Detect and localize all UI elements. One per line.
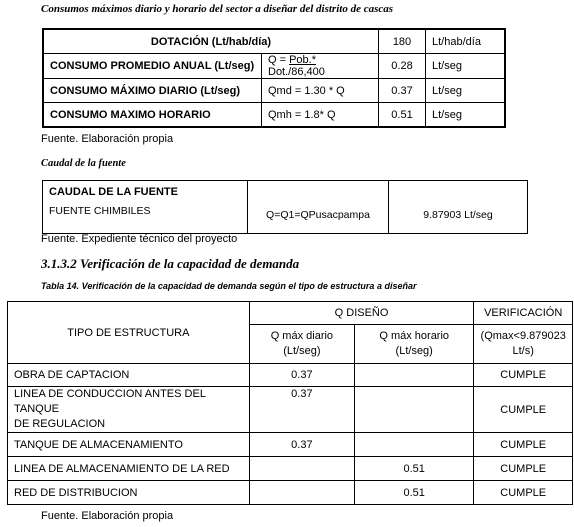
col-header-verificacion: VERIFICACIÓN [473, 301, 573, 325]
table-row: RED DE DISTRIBUCION 0.51 CUMPLE [7, 480, 573, 505]
tipo-cell: RED DE DISTRIBUCION [7, 480, 250, 505]
header-line: Lt/s) [512, 345, 534, 357]
col-header-qmax-horario: Q máx horario (Lt/seg) [354, 324, 475, 364]
qhorario-cell: 0.51 [354, 480, 475, 505]
table-row: CONSUMO PROMEDIO ANUAL (Lt/seg) Q = Pob.… [42, 53, 506, 79]
tipo-cell: LINEA DE CONDUCCION ANTES DEL TANQUE DE R… [7, 386, 250, 433]
dotacion-unit: Lt/hab/día [425, 28, 506, 54]
header-line: Q máx diario [270, 330, 334, 342]
source-note: Fuente. Expediente técnico del proyecto [41, 233, 238, 245]
tipo-cell: OBRA DE CAPTACION [7, 363, 250, 387]
section-heading: 3.1.3.2 Verificación de la capacidad de … [41, 256, 300, 271]
row-unit: Lt/seg [425, 102, 506, 128]
formula-link: Pob.* [289, 54, 317, 66]
empty-cell [388, 180, 528, 203]
table-row: OBRA DE CAPTACION 0.37 CUMPLE [7, 363, 573, 387]
row-label: CONSUMO MAXIMO HORARIO [42, 102, 262, 128]
table-row: LINEA DE ALMACENAMIENTO DE LA RED 0.51 C… [7, 456, 573, 481]
tipo-line: DE REGULACION [14, 418, 106, 430]
source-note: Fuente. Elaboración propia [41, 510, 174, 522]
qdiario-cell: 0.37 [248, 432, 356, 457]
qdiario-cell: 0.37 [248, 363, 356, 387]
table-row: CONSUMO MÁXIMO DIARIO (Lt/seg) Qmd = 1.3… [42, 78, 506, 103]
qdiario-cell [248, 456, 356, 481]
row-label: CONSUMO MÁXIMO DIARIO (Lt/seg) [42, 78, 262, 103]
qdiario-cell [248, 480, 356, 505]
col-header-qmax-diario: Q máx diario (Lt/seg) [248, 324, 356, 364]
header-line: Q máx horario [379, 330, 450, 342]
qhorario-cell: 0.51 [354, 456, 475, 481]
col-header-qdiseno: Q DISEÑO [248, 301, 475, 325]
row-unit: Lt/seg [425, 78, 506, 103]
verif-cell: CUMPLE [473, 432, 573, 457]
table-row: DOTACIÓN (Lt/hab/día) 180 Lt/hab/día [42, 28, 506, 54]
tipo-line: LINEA DE CONDUCCION ANTES DEL TANQUE [14, 388, 206, 415]
row-formula: Qmd = 1.30 * Q [261, 78, 379, 103]
row-unit: Lt/seg [425, 53, 506, 79]
fuente-name: FUENTE CHIMBILES [42, 203, 248, 234]
row-value: 0.51 [378, 102, 426, 128]
tipo-cell: LINEA DE ALMACENAMIENTO DE LA RED [7, 456, 250, 481]
source-note: Fuente. Elaboración propia [41, 133, 174, 145]
empty-cell [247, 180, 389, 203]
verif-cell: CUMPLE [473, 456, 573, 481]
verif-cell: CUMPLE [473, 363, 573, 387]
header-line: (Qmax<9.879023 [480, 330, 566, 342]
qhorario-cell [354, 386, 475, 433]
dotacion-label: DOTACIÓN (Lt/hab/día) [42, 28, 379, 54]
row-formula: Q = Pob.* Dot./86,400 [261, 53, 379, 79]
qhorario-cell [354, 363, 475, 387]
fuente-value: 9.87903 Lt/seg [388, 203, 528, 234]
table-row: CAUDAL DE LA FUENTE [42, 180, 528, 203]
row-formula: Qmh = 1.8* Q [261, 102, 379, 128]
row-value: 0.28 [378, 53, 426, 79]
caudal-title: CAUDAL DE LA FUENTE [42, 180, 248, 203]
row-value: 0.37 [378, 78, 426, 103]
formula-text: Q = [268, 54, 290, 66]
table-row: LINEA DE CONDUCCION ANTES DEL TANQUE DE R… [7, 386, 573, 433]
table-row: TIPO DE ESTRUCTURA Q DISEÑO VERIFICACIÓN [7, 301, 573, 364]
header-line: (Lt/seg) [395, 345, 433, 357]
qhorario-cell [354, 432, 475, 457]
dotacion-value: 180 [378, 28, 426, 54]
caudal-table: CAUDAL DE LA FUENTE FUENTE CHIMBILES Q=Q… [42, 180, 528, 234]
table-caption: Tabla 14. Verificación de la capacidad d… [41, 281, 417, 291]
row-label: CONSUMO PROMEDIO ANUAL (Lt/seg) [42, 53, 262, 79]
verificacion-table: TIPO DE ESTRUCTURA Q DISEÑO VERIFICACIÓN… [7, 301, 573, 505]
qdiario-cell: 0.37 [248, 386, 356, 433]
table-row: FUENTE CHIMBILES Q=Q1=QPusacpampa 9.8790… [42, 203, 528, 234]
dotacion-table: DOTACIÓN (Lt/hab/día) 180 Lt/hab/día CON… [42, 28, 506, 128]
tipo-cell: TANQUE DE ALMACENAMIENTO [7, 432, 250, 457]
col-header-verif-sub: (Qmax<9.879023 Lt/s) [473, 324, 573, 364]
fuente-formula: Q=Q1=QPusacpampa [247, 203, 389, 234]
table-row: TANQUE DE ALMACENAMIENTO 0.37 CUMPLE [7, 432, 573, 457]
formula-text: Dot./86,400 [268, 66, 325, 78]
col-header-tipo: TIPO DE ESTRUCTURA [7, 301, 250, 364]
header-line: (Lt/seg) [283, 345, 321, 357]
verif-cell: CUMPLE [473, 480, 573, 505]
caption-caudal: Caudal de la fuente [41, 158, 126, 169]
table-row: CONSUMO MAXIMO HORARIO Qmh = 1.8* Q 0.51… [42, 102, 506, 128]
verif-cell: CUMPLE [473, 386, 573, 433]
caption-consumos: Consumos máximos diario y horario del se… [41, 3, 394, 15]
